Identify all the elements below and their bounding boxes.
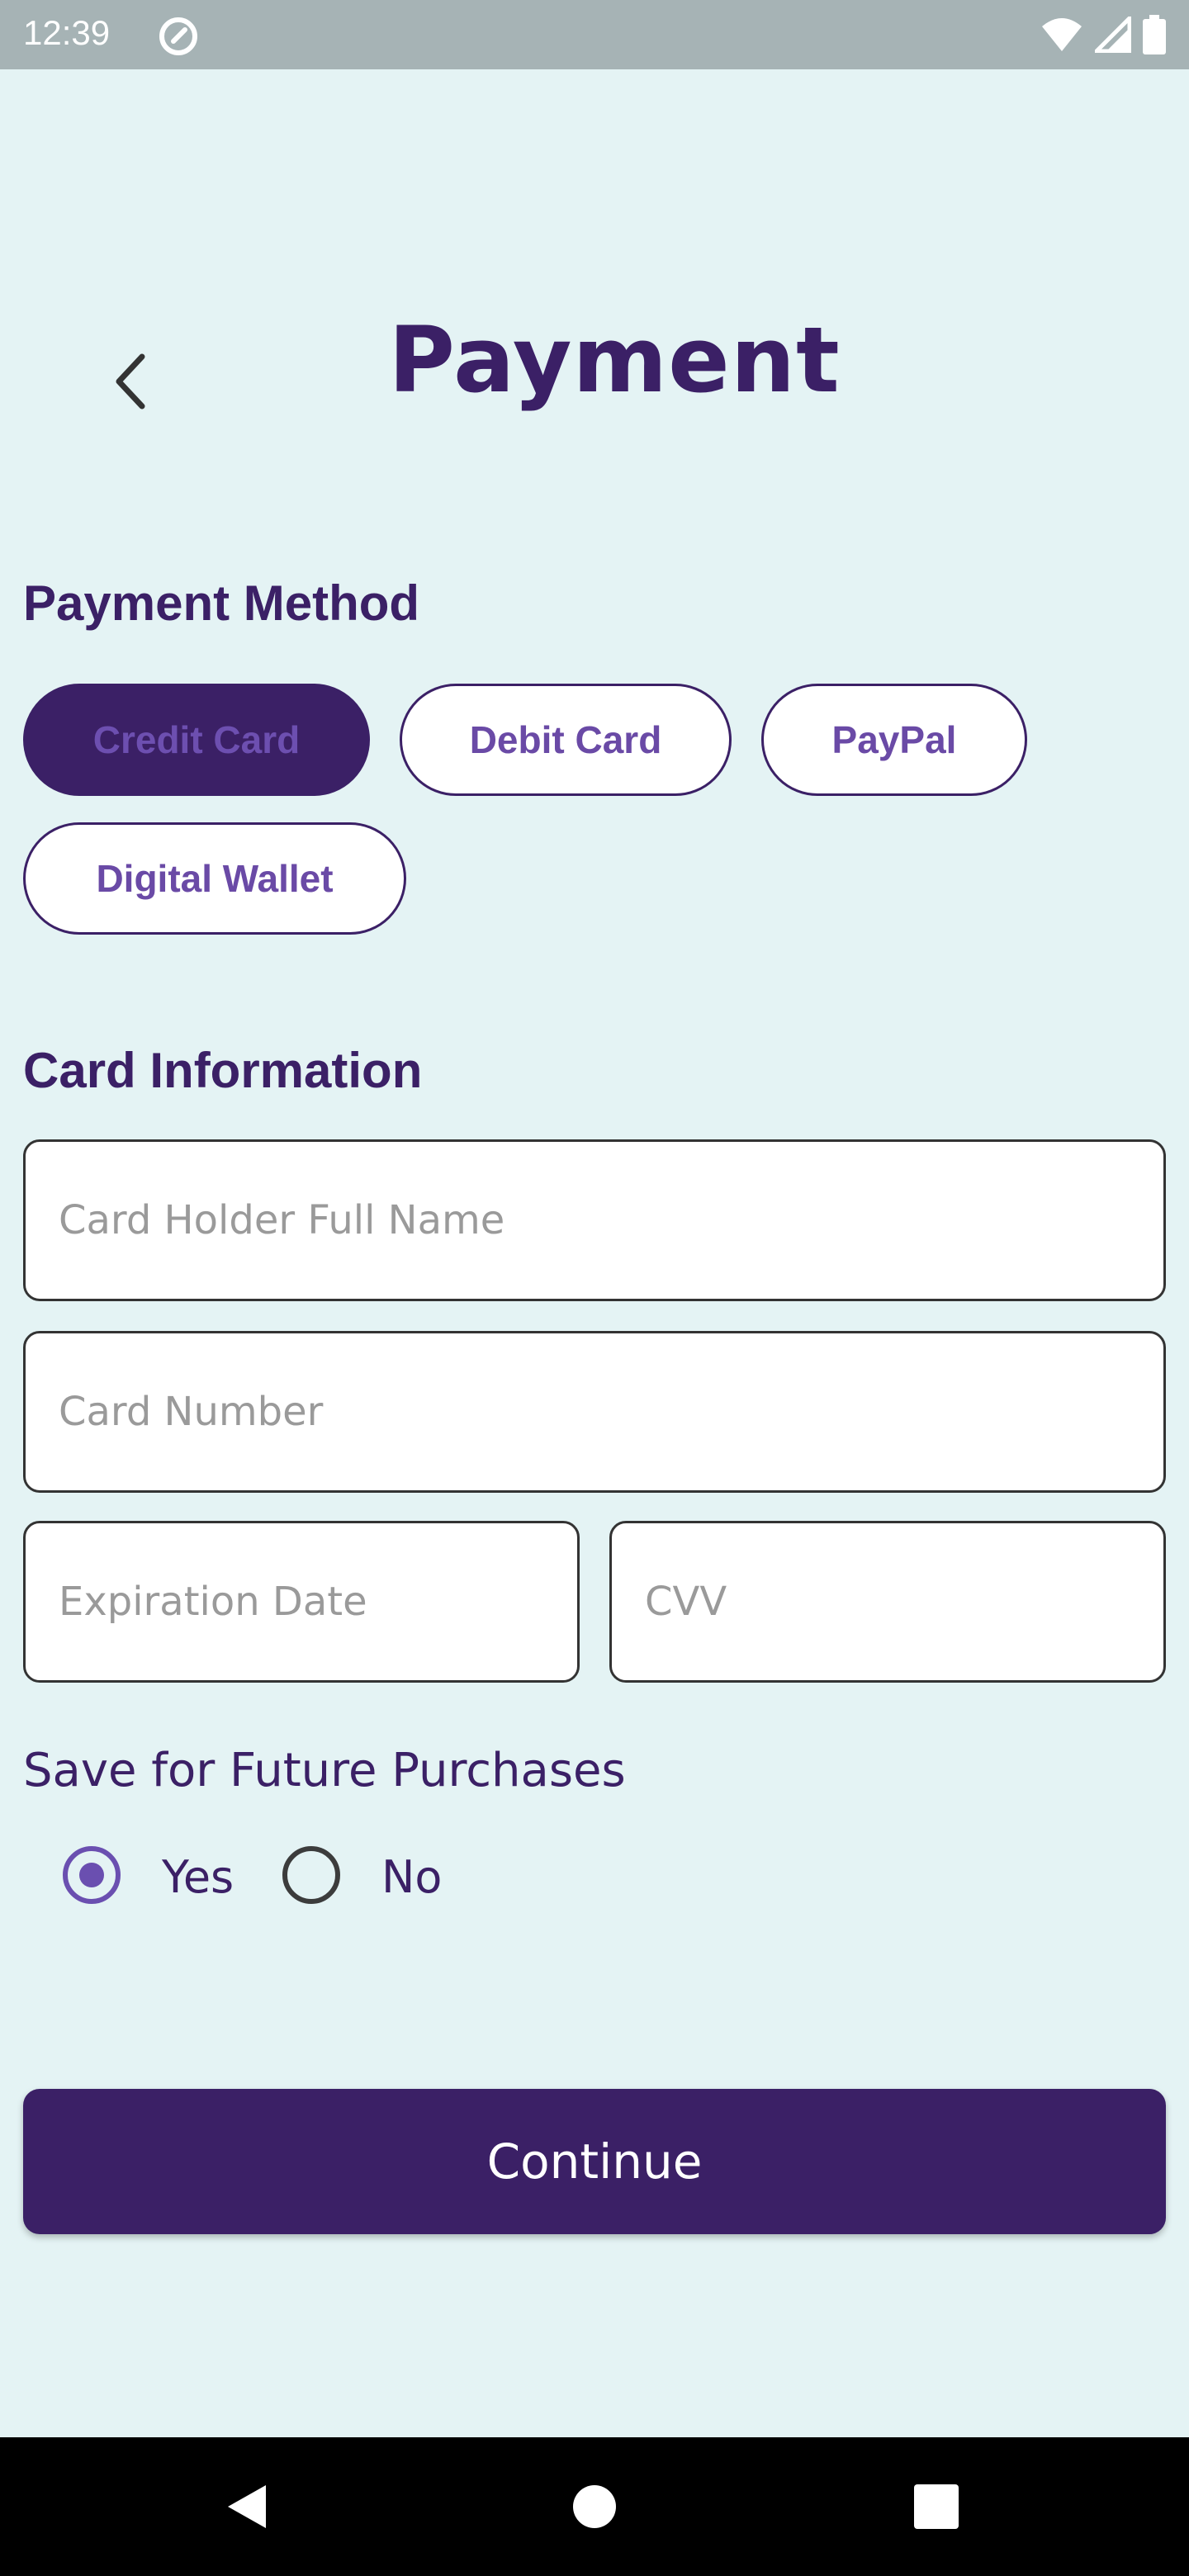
chip-paypal[interactable]: PayPal xyxy=(761,684,1027,796)
chip-label: Digital Wallet xyxy=(96,857,334,900)
radio-no-label: No xyxy=(381,1851,443,1903)
card-number-input[interactable] xyxy=(26,1333,1163,1490)
card-number-field xyxy=(23,1331,1166,1493)
battery-icon xyxy=(1143,15,1166,54)
wifi-icon xyxy=(1042,18,1082,51)
system-nav-bar xyxy=(0,2437,1189,2576)
chip-label: Credit Card xyxy=(92,718,301,761)
radio-yes-label: Yes xyxy=(162,1851,234,1903)
card-holder-field xyxy=(23,1139,1166,1301)
status-icons xyxy=(1040,15,1166,54)
expiration-date-field xyxy=(23,1521,580,1683)
chip-credit-card[interactable]: Credit Card xyxy=(23,684,370,796)
status-bar: 12:39 xyxy=(0,0,1189,69)
expiration-date-input[interactable] xyxy=(26,1523,577,1680)
signal-icon xyxy=(1095,17,1131,53)
nav-back-button[interactable] xyxy=(182,2437,314,2576)
card-holder-input[interactable] xyxy=(26,1142,1163,1299)
page-title: Payment xyxy=(388,307,841,413)
radio-yes[interactable] xyxy=(63,1846,121,1904)
chip-digital-wallet[interactable]: Digital Wallet xyxy=(23,822,406,935)
cvv-input[interactable] xyxy=(612,1523,1163,1680)
nav-home-button[interactable] xyxy=(528,2437,661,2576)
card-information-heading: Card Information xyxy=(23,1043,423,1098)
payment-method-heading: Payment Method xyxy=(23,575,420,631)
status-time: 12:39 xyxy=(23,13,111,52)
save-future-label: Save for Future Purchases xyxy=(23,1744,626,1797)
back-triangle-icon xyxy=(228,2485,266,2528)
radio-dot xyxy=(79,1863,104,1887)
nav-recents-button[interactable] xyxy=(870,2437,1002,2576)
chip-label: Debit Card xyxy=(469,718,662,761)
chip-debit-card[interactable]: Debit Card xyxy=(400,684,732,796)
continue-label: Continue xyxy=(486,2133,703,2190)
cvv-field xyxy=(609,1521,1166,1683)
at-sign-icon xyxy=(159,17,197,55)
recents-square-icon xyxy=(914,2484,959,2529)
chip-label: PayPal xyxy=(831,718,957,761)
continue-button[interactable]: Continue xyxy=(23,2089,1166,2234)
home-circle-icon xyxy=(573,2485,616,2528)
radio-no[interactable] xyxy=(282,1846,340,1904)
